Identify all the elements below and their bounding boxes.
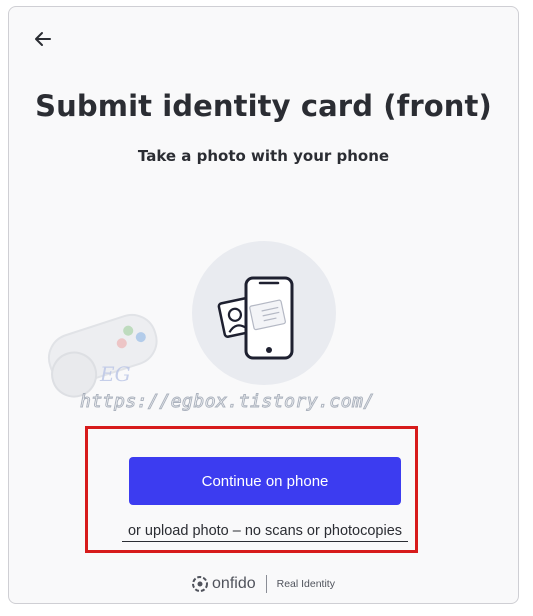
footer-tagline: Real Identity [276,578,335,590]
back-button[interactable] [31,27,55,51]
page-title: Submit identity card (front) [35,89,492,123]
footer: onfido Real Identity [9,575,518,593]
footer-divider [265,575,267,593]
watermark-url: https://egbox.tistory.com/ [80,391,375,413]
arrow-left-icon [35,32,51,46]
highlight-annotation [85,426,418,553]
brand-name: onfido [212,575,256,592]
watermark-mark: EG [100,362,131,386]
page-subtitle: Take a photo with your phone [137,147,390,165]
onfido-logo: onfido [192,575,256,593]
onfido-mark-icon [192,576,209,592]
